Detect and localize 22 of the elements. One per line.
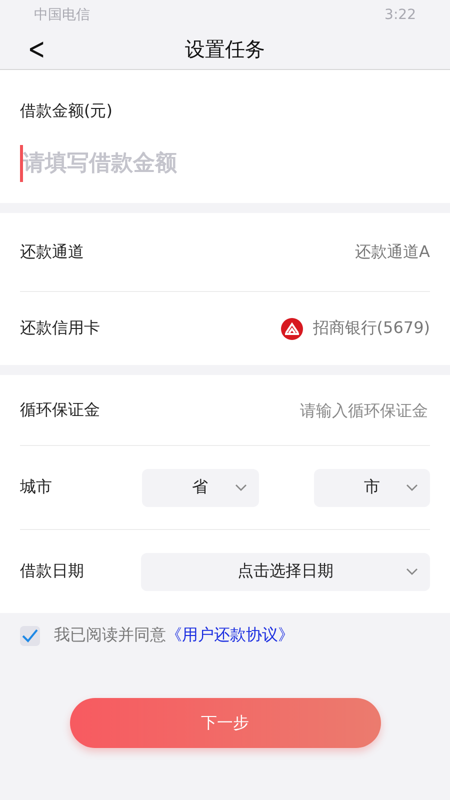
- date-select[interactable]: 点击选择日期: [141, 552, 430, 590]
- page-title: 设置任务: [185, 36, 265, 63]
- caret-icon: [234, 484, 246, 492]
- field-label: 循环保证金: [20, 400, 100, 420]
- channel-value[interactable]: 还款通道A: [355, 242, 430, 262]
- agreement-link[interactable]: 《用户还款协议》: [166, 625, 294, 644]
- card-value[interactable]: 招商银行(5679): [312, 318, 430, 339]
- field-label: 借款日期: [20, 561, 84, 582]
- field-label: 还款通道: [20, 242, 84, 262]
- bank-logo-icon: [280, 318, 303, 340]
- clock: 3:22: [384, 7, 416, 23]
- agreement-text: 我已阅读并同意《用户还款协议》: [54, 625, 294, 646]
- back-button[interactable]: <: [24, 32, 48, 67]
- agree-checkbox[interactable]: [20, 626, 40, 646]
- caret-icon: [406, 484, 418, 492]
- caret-icon: [406, 568, 418, 576]
- field-label: 借款金额(元): [20, 100, 114, 122]
- city-select[interactable]: 市: [314, 468, 430, 506]
- province-select[interactable]: 省: [142, 468, 258, 506]
- field-label: 城市: [20, 477, 52, 498]
- field-label: 还款信用卡: [20, 318, 100, 339]
- carrier-name: 中国电信: [34, 6, 90, 24]
